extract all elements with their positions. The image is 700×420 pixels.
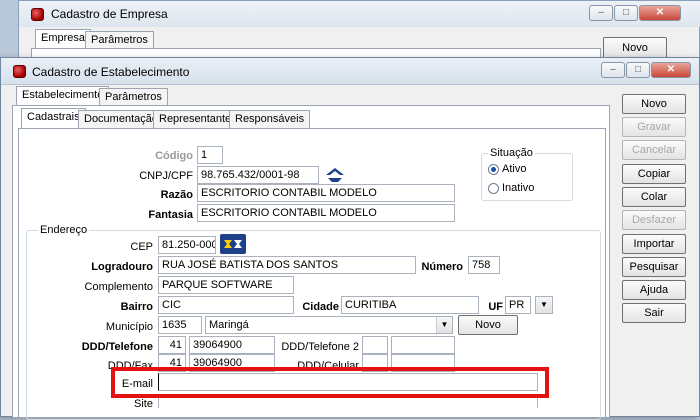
maximize-icon[interactable]: □ [626,62,650,78]
cep-label: CEP [130,241,153,253]
complemento-field[interactable]: PARQUE SOFTWARE [158,276,294,294]
tab-responsaveis[interactable]: Responsáveis [229,110,311,128]
situacao-inativo-label: Inativo [502,182,535,194]
municipio-selected: Maringá [209,319,249,331]
estabelecimento-titlebar: Cadastro de Estabelecimento – □ ✕ [1,58,699,85]
ajuda-button[interactable]: Ajuda [622,280,686,300]
complemento-label: Complemento [84,281,153,293]
colar-button[interactable]: Colar [622,187,686,207]
ddd-telefone-label: DDD/Telefone [81,341,153,353]
empresa-title: Cadastro de Empresa [51,7,168,21]
minimize-icon[interactable]: – [601,62,625,78]
bairro-label: Bairro [120,301,153,313]
municipio-code-field[interactable]: 1635 [158,316,202,334]
site-label: Site [134,398,153,410]
codigo-field[interactable]: 1 [197,146,223,164]
endereco-title: Endereço [38,224,90,236]
municipio-novo-button[interactable]: Novo [458,315,518,335]
razao-label: Razão [160,189,193,201]
email-highlight-box [111,367,549,398]
estabelecimento-window: Cadastro de Estabelecimento – □ ✕ Estabe… [0,57,700,420]
novo-button[interactable]: Novo [622,94,686,114]
app-icon [13,65,26,78]
importar-button[interactable]: Importar [622,234,686,254]
receita-federal-icon[interactable] [324,166,346,184]
fantasia-field[interactable]: ESCRITORIO CONTABIL MODELO [197,204,455,222]
tab-empresa-parametros[interactable]: Parâmetros [85,31,154,49]
telefone2-field[interactable] [391,336,455,354]
tab-documentacao[interactable]: Documentação [78,110,164,128]
bairro-field[interactable]: CIC [158,296,294,314]
tab-empresa[interactable]: Empresa [35,29,92,49]
numero-field[interactable]: 758 [468,256,500,274]
ddd-telefone2-label: DDD/Telefone 2 [281,341,359,353]
tab-parametros[interactable]: Parâmetros [99,88,168,106]
empresa-novo-button[interactable]: Novo [603,37,667,59]
ddd-telefone2-field[interactable] [362,336,388,354]
chevron-down-icon: ▼ [436,317,452,333]
situacao-ativo-label: Ativo [502,163,527,175]
numero-label: Número [421,261,463,273]
uf-dropdown[interactable]: ▼ [535,296,553,314]
correios-search-icon[interactable] [220,234,246,254]
ddd-telefone-field[interactable]: 41 [158,336,186,354]
desfazer-button[interactable]: Desfazer [622,210,686,230]
close-icon[interactable]: ✕ [651,62,691,78]
copiar-button[interactable]: Copiar [622,164,686,184]
logradouro-label: Logradouro [91,261,153,273]
cidade-label: Cidade [302,301,339,313]
cep-field[interactable]: 81.250-000 [158,236,216,254]
cnpj-label: CNPJ/CPF [139,170,193,182]
cancelar-button[interactable]: Cancelar [622,140,686,160]
pesquisar-button[interactable]: Pesquisar [622,257,686,277]
municipio-select[interactable]: Maringá ▼ [205,316,453,334]
maximize-icon[interactable]: □ [614,5,638,21]
sair-button[interactable]: Sair [622,303,686,323]
fantasia-label: Fantasia [148,209,193,221]
uf-label: UF [488,301,503,313]
chevron-down-icon: ▼ [536,297,552,313]
close-icon[interactable]: ✕ [639,5,681,21]
tab-estabelecimento[interactable]: Estabelecimento [16,86,110,106]
tab-representante[interactable]: Representante [153,110,238,128]
tab-cadastrais[interactable]: Cadastrais [21,108,86,128]
razao-field[interactable]: ESCRITORIO CONTABIL MODELO [197,184,455,202]
uf-field[interactable]: PR [505,296,531,314]
situacao-ativo-radio[interactable] [488,164,499,175]
codigo-label: Código [155,150,193,162]
municipio-label: Município [105,321,153,333]
cidade-field[interactable]: CURITIBA [341,296,479,314]
window-title: Cadastro de Estabelecimento [32,65,190,79]
logradouro-field[interactable]: RUA JOSÉ BATISTA DOS SANTOS [158,256,416,274]
minimize-icon[interactable]: – [589,5,613,21]
situacao-inativo-radio[interactable] [488,183,499,194]
telefone-field[interactable]: 39064900 [189,336,275,354]
empresa-titlebar: Cadastro de Empresa – □ ✕ [19,1,700,27]
gravar-button[interactable]: Gravar [622,117,686,137]
situacao-title: Situação [488,147,535,159]
app-icon [31,8,44,21]
cnpj-field[interactable]: 98.765.432/0001-98 [197,166,319,184]
